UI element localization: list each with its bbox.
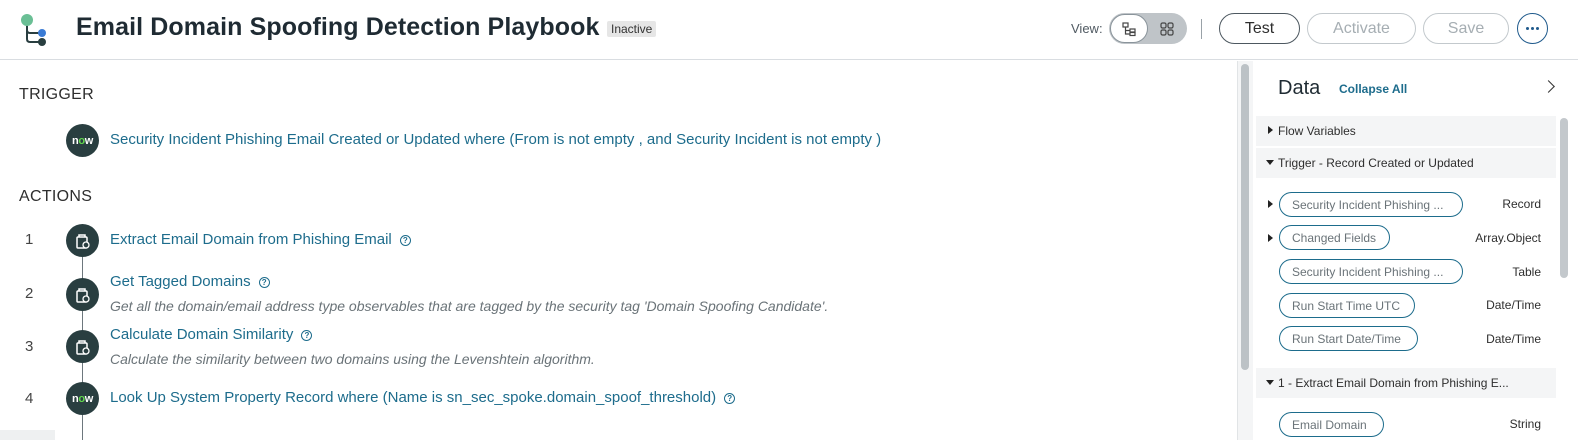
action-icon xyxy=(66,278,99,311)
trigger-link[interactable]: Security Incident Phishing Email Created… xyxy=(110,131,881,148)
diagram-view-icon xyxy=(1160,21,1174,36)
data-panel-title: Data xyxy=(1278,77,1321,99)
action-3-link[interactable]: Calculate Domain Similarity? xyxy=(110,326,313,343)
help-icon[interactable]: ? xyxy=(724,393,736,404)
activate-button[interactable]: Activate xyxy=(1307,13,1416,44)
actions-heading: ACTIONS xyxy=(19,188,93,205)
save-button[interactable]: Save xyxy=(1423,13,1509,44)
now-logo-icon: now xyxy=(66,124,99,157)
list-view-option[interactable] xyxy=(1110,14,1148,43)
caret-right-icon[interactable] xyxy=(1268,126,1273,134)
help-icon[interactable]: ? xyxy=(258,277,270,288)
action-number: 3 xyxy=(25,338,34,355)
action-label: Get Tagged Domains xyxy=(110,273,251,290)
data-pill[interactable]: Security Incident Phishing ... xyxy=(1279,259,1463,284)
main-scrollbar-thumb[interactable] xyxy=(1241,64,1249,370)
view-toggle[interactable] xyxy=(1109,13,1187,44)
list-view-icon xyxy=(1122,21,1136,36)
data-pill-type: String xyxy=(1509,417,1541,431)
action-number: 2 xyxy=(25,285,34,302)
data-pill-type: Table xyxy=(1512,265,1541,279)
test-button[interactable]: Test xyxy=(1219,13,1300,44)
data-pill-type: Array.Object xyxy=(1475,231,1541,245)
action-icon xyxy=(66,330,99,363)
horizontal-scrollbar[interactable] xyxy=(0,430,55,440)
help-icon[interactable]: ? xyxy=(301,330,313,341)
trigger-heading: TRIGGER xyxy=(19,86,94,103)
action-label: Calculate Domain Similarity xyxy=(110,326,294,343)
flow-logo-icon xyxy=(21,14,46,46)
action-2-link[interactable]: Get Tagged Domains? xyxy=(110,273,270,290)
data-pill[interactable]: Run Start Time UTC xyxy=(1279,293,1415,318)
action-icon xyxy=(66,224,99,257)
action-label: Extract Email Domain from Phishing Email xyxy=(110,231,392,248)
data-pill-type: Record xyxy=(1502,197,1541,211)
diagram-view-option[interactable] xyxy=(1148,14,1186,43)
page-title: Email Domain Spoofing Detection Playbook xyxy=(76,13,600,41)
data-pill-type: Date/Time xyxy=(1486,332,1541,346)
caret-right-icon[interactable] xyxy=(1268,234,1273,242)
header-divider xyxy=(1201,19,1202,39)
action-description: Calculate the similarity between two dom… xyxy=(110,351,595,367)
action-1-link[interactable]: Extract Email Domain from Phishing Email… xyxy=(110,231,411,248)
data-pill[interactable]: Security Incident Phishing ... xyxy=(1279,192,1463,217)
data-group-label[interactable]: Trigger - Record Created or Updated xyxy=(1278,156,1474,170)
app-header: Email Domain Spoofing Detection Playbook… xyxy=(0,0,1578,60)
action-4-link[interactable]: Look Up System Property Record where (Na… xyxy=(110,389,736,406)
action-description: Get all the domain/email address type ob… xyxy=(110,298,829,314)
data-pill[interactable]: Run Start Date/Time xyxy=(1279,326,1418,351)
action-label: Look Up System Property Record where (Na… xyxy=(110,389,717,406)
caret-right-icon[interactable] xyxy=(1268,200,1273,208)
data-pill[interactable]: Email Domain xyxy=(1279,412,1384,437)
data-group-label[interactable]: Flow Variables xyxy=(1278,124,1356,138)
more-icon xyxy=(1525,27,1529,30)
view-label: View: xyxy=(1071,21,1103,36)
data-pill[interactable]: Changed Fields xyxy=(1279,225,1390,250)
action-number: 4 xyxy=(25,390,34,407)
more-options-button[interactable] xyxy=(1517,13,1548,44)
help-icon[interactable]: ? xyxy=(399,235,411,246)
now-logo-icon: now xyxy=(66,382,99,415)
status-badge: Inactive xyxy=(607,21,657,37)
action-number: 1 xyxy=(25,231,34,248)
data-group-label[interactable]: 1 - Extract Email Domain from Phishing E… xyxy=(1278,376,1509,390)
collapse-all-link[interactable]: Collapse All xyxy=(1339,82,1407,96)
data-panel-scrollbar[interactable] xyxy=(1560,118,1568,278)
caret-down-icon[interactable] xyxy=(1266,380,1274,385)
caret-down-icon[interactable] xyxy=(1266,160,1274,165)
data-pill-type: Date/Time xyxy=(1486,298,1541,312)
